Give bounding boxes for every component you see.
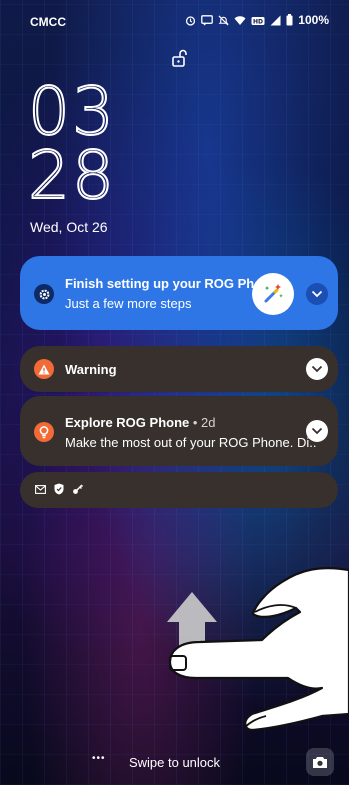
carrier-name: CMCC bbox=[30, 15, 66, 29]
notification-title-text: Explore ROG Phone bbox=[65, 415, 190, 430]
expand-button[interactable] bbox=[306, 283, 328, 305]
notification-age: • 2d bbox=[189, 415, 216, 430]
notification-title: Finish setting up your ROG Pho.. bbox=[65, 276, 270, 291]
notification-explore[interactable]: Explore ROG Phone • 2d Make the most out… bbox=[20, 396, 338, 466]
overflow-icons bbox=[35, 483, 84, 495]
lockscreen-clock: 03 28 bbox=[27, 73, 116, 214]
unlocked-padlock-icon bbox=[172, 49, 187, 67]
expand-button[interactable] bbox=[306, 420, 328, 442]
message-icon bbox=[201, 14, 214, 25]
shield-icon bbox=[54, 483, 64, 495]
lightbulb-icon bbox=[34, 422, 54, 442]
notification-title: Explore ROG Phone • 2d bbox=[65, 415, 216, 430]
mail-icon bbox=[35, 484, 46, 494]
notification-setup[interactable]: Finish setting up your ROG Pho.. Just a … bbox=[20, 256, 338, 330]
chevron-down-icon bbox=[311, 365, 323, 373]
swipe-to-unlock-label[interactable]: Swipe to unlock bbox=[0, 755, 349, 770]
gear-icon bbox=[34, 284, 54, 304]
svg-text:HD: HD bbox=[253, 18, 263, 25]
wifi-icon bbox=[234, 15, 246, 25]
camera-shortcut-button[interactable] bbox=[306, 748, 334, 776]
camera-icon bbox=[313, 756, 327, 768]
notification-text: Just a few more steps bbox=[65, 296, 192, 311]
mute-icon bbox=[218, 14, 229, 26]
battery-percent: 100% bbox=[298, 13, 329, 27]
warning-icon bbox=[34, 359, 54, 379]
notification-overflow-strip[interactable] bbox=[20, 472, 338, 508]
notification-warning[interactable]: Warning bbox=[20, 346, 338, 392]
signal-icon bbox=[270, 15, 281, 25]
battery-icon bbox=[286, 14, 293, 26]
clock-hour: 03 bbox=[27, 73, 116, 150]
volte-icon: HD bbox=[251, 16, 265, 25]
status-bar: CMCC HD 100% bbox=[0, 0, 349, 40]
expand-button[interactable] bbox=[306, 358, 328, 380]
alarm-icon bbox=[186, 15, 196, 26]
lockscreen-date: Wed, Oct 26 bbox=[30, 219, 108, 235]
notification-title: Warning bbox=[65, 362, 117, 377]
key-icon bbox=[73, 484, 84, 494]
notification-text: Make the most out of your ROG Phone. Di.… bbox=[65, 435, 317, 450]
chevron-down-icon bbox=[311, 290, 323, 298]
chevron-down-icon bbox=[311, 427, 323, 435]
clock-minute: 28 bbox=[27, 137, 116, 214]
magic-wand-icon bbox=[252, 273, 294, 315]
status-icons: HD 100% bbox=[185, 13, 329, 27]
